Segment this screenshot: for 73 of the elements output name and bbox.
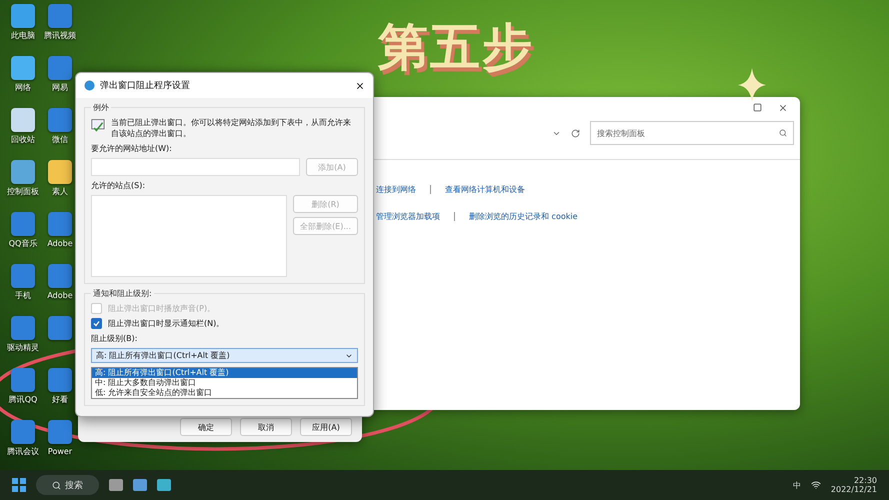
app-icon[interactable] <box>48 56 72 80</box>
icon-label: 回收站 <box>11 134 35 145</box>
group-label: 例外 <box>92 102 110 113</box>
allowed-sites-list[interactable] <box>91 195 288 277</box>
icon-label: 素人 <box>52 186 68 197</box>
icon-label: 腾讯会议 <box>7 446 39 457</box>
app-icon[interactable] <box>48 316 72 340</box>
icon-label: 手机 <box>15 290 31 301</box>
description-text: 当前已阻止弹出窗口。你可以将特定网站添加到下表中，从而允许来自该站点的弹出窗口。 <box>110 117 352 139</box>
icon-label: 腾讯QQ <box>8 394 38 405</box>
close-icon[interactable] <box>778 103 788 113</box>
app-icon[interactable] <box>11 56 35 80</box>
start-icon[interactable] <box>12 478 26 492</box>
group-label: 通知和阻止级别: <box>92 288 153 299</box>
app-icon[interactable] <box>11 420 35 444</box>
app-icon[interactable] <box>48 420 72 444</box>
dialog-button[interactable]: 取消 <box>240 418 292 436</box>
search-icon <box>779 129 787 137</box>
taskbar-search[interactable]: 搜索 <box>36 475 99 495</box>
checkbox-label: 阻止弹出窗口时播放声音(P)。 <box>108 303 216 314</box>
checkbox[interactable] <box>91 318 102 329</box>
field-label: 要允许的网站地址(W): <box>91 143 173 154</box>
sparkle-icon <box>738 68 766 102</box>
address-input[interactable] <box>91 158 300 176</box>
icon-label: 此电脑 <box>11 30 35 41</box>
refresh-icon[interactable] <box>571 128 580 138</box>
level-dropdown[interactable]: 高: 阻止所有弹出窗口(Ctrl+Alt 覆盖) <box>91 348 358 363</box>
field-label: 阻止级别(B): <box>91 333 138 344</box>
app-icon[interactable] <box>11 316 35 340</box>
app-icon[interactable] <box>11 264 35 288</box>
ime-indicator[interactable]: 中 <box>792 480 801 490</box>
search-field[interactable]: 搜索控制面板 <box>590 121 794 145</box>
icon-label: 控制面板 <box>7 186 39 197</box>
step-title: 第五步 <box>378 17 534 78</box>
search-icon <box>52 480 61 490</box>
settings-link[interactable]: 查看网络计算机和设备 <box>445 184 525 195</box>
window-check-icon <box>91 117 105 133</box>
icon-label: 腾讯视频 <box>44 30 76 41</box>
checkbox-label: 阻止弹出窗口时显示通知栏(N)。 <box>108 318 224 329</box>
icon-label: 驱动精灵 <box>7 342 39 353</box>
icon-label: 网络 <box>15 82 31 93</box>
app-icon[interactable] <box>11 4 35 28</box>
icon-label: 微信 <box>52 134 68 145</box>
app-icon[interactable] <box>48 264 72 288</box>
settings-link[interactable]: 连接到网络 <box>376 184 416 195</box>
app-icon[interactable] <box>11 108 35 132</box>
icon-label: 网易 <box>52 82 68 93</box>
app-icon[interactable] <box>48 4 72 28</box>
icon-label: Power <box>48 446 72 457</box>
app-icon[interactable] <box>11 212 35 236</box>
app-icon[interactable] <box>48 160 72 184</box>
icon-label: QQ音乐 <box>8 238 38 249</box>
maximize-icon[interactable] <box>753 103 762 112</box>
task-view-icon[interactable] <box>109 479 123 491</box>
globe-icon <box>84 80 95 91</box>
settings-link[interactable]: 删除浏览的历史记录和 cookie <box>469 211 578 222</box>
app-icon[interactable] <box>11 368 35 392</box>
dialog-button[interactable]: 确定 <box>180 418 232 436</box>
clock[interactable]: 22:30 2022/12/21 <box>830 476 877 494</box>
icon-label: Adobe <box>47 290 73 301</box>
close-icon[interactable] <box>355 80 365 90</box>
icon-label: Adobe <box>47 238 73 249</box>
icon-label: 好看 <box>52 394 68 405</box>
dialog-button[interactable]: 应用(A) <box>300 418 352 436</box>
app-icon[interactable] <box>48 368 72 392</box>
field-label: 允许的站点(S): <box>91 180 146 191</box>
app-icon[interactable] <box>48 212 72 236</box>
settings-link[interactable]: 管理浏览器加载项 <box>376 211 440 222</box>
app-icon[interactable] <box>11 160 35 184</box>
wifi-icon[interactable] <box>810 480 821 490</box>
app-icon[interactable] <box>48 108 72 132</box>
dropdown-option[interactable]: 高: 阻止所有弹出窗口(Ctrl+Alt 覆盖) <box>92 368 357 378</box>
dialog-title: 弹出窗口阻止程序设置 <box>100 80 191 92</box>
